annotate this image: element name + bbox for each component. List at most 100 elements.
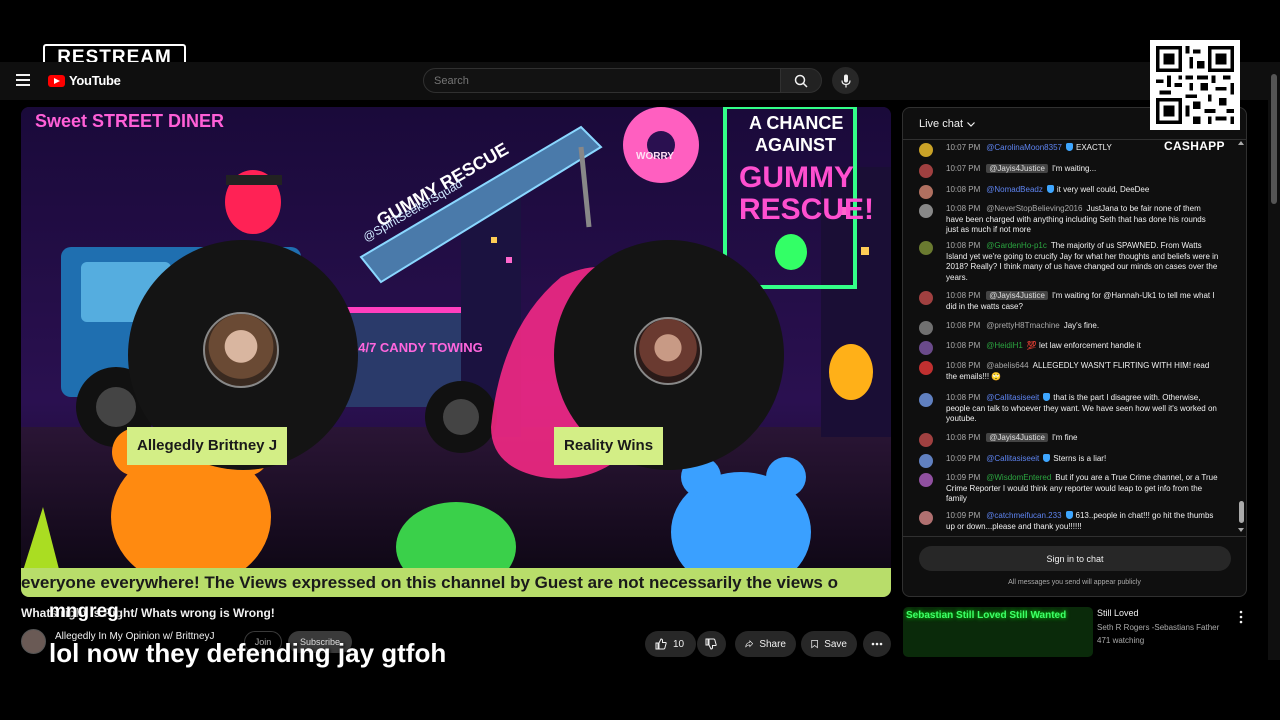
verified-badge-icon [1043,454,1051,462]
share-button[interactable]: Share [735,631,796,657]
chat-timestamp: 10:08 PM [946,241,981,250]
guest-1-avatar [203,312,279,388]
share-label: Share [759,638,786,650]
chat-author-name[interactable]: @catchmeifucan.233 [986,511,1061,520]
chat-author-avatar[interactable] [919,185,933,199]
verified-badge-icon [1065,511,1073,519]
recommended-video-thumbnail[interactable]: Sebastian Still Loved Still Wanted [903,607,1093,657]
chat-message: 10:08 PM @NeverStopBelieving2016 JustJana … [919,204,1219,236]
chat-author-name[interactable]: @CarolinaMoon8357 [986,143,1062,152]
chat-scrollbar[interactable] [1238,140,1244,533]
chat-author-avatar[interactable] [919,143,933,157]
chat-timestamp: 10:08 PM [946,291,981,300]
chat-message-body: 10:08 PM @prettyH8Tmachine Jay's fine. [946,321,1219,332]
youtube-play-icon [48,74,65,87]
youtube-logo[interactable]: YouTube [48,73,121,88]
chat-author-name[interactable]: @Jayis4Justice [986,433,1048,442]
chat-author-avatar[interactable] [919,393,933,407]
chat-message-body: 10:08 PM @GardenHo-p1c The majority of us … [946,241,1219,283]
video-player[interactable]: Sweet STREET DINER 24/7 CANDY TOWING GUM… [21,107,891,597]
chat-author-name[interactable]: @abelis644 [986,361,1028,370]
bookmark-icon [811,640,818,649]
verified-badge-icon [1046,185,1054,193]
chat-author-avatar[interactable] [919,341,933,355]
chat-author-avatar[interactable] [919,511,933,525]
chat-scrollbar-thumb[interactable] [1239,501,1244,523]
more-vertical-icon[interactable] [1238,610,1244,624]
chat-message-body: 10:08 PM @NomadBeadz it very well could, D… [946,185,1219,196]
chat-message-body: 10:07 PM @Jayis4Justice I'm waiting... [946,164,1219,175]
recommended-video-views: 471 watching [1097,636,1145,645]
chat-message: 10:07 PM @Jayis4Justice I'm waiting... [919,164,1219,178]
chat-author-name[interactable]: @Jayis4Justice [986,291,1048,300]
chat-timestamp: 10:09 PM [946,454,981,463]
save-button[interactable]: Save [801,631,857,657]
chat-message: 10:08 PM @Jayis4Justice I'm waiting for @H… [919,291,1219,312]
chat-author-name[interactable]: @Jayis4Justice [986,164,1048,173]
chat-author-avatar[interactable] [919,321,933,335]
chat-author-name[interactable]: @GardenHo-p1c [986,241,1047,250]
chat-message-body: 10:08 PM @HeidiH1 💯 let law enforcement ha… [946,341,1219,352]
chat-message: 10:09 PM @catchmeifucan.233 613..people in… [919,511,1219,532]
chat-timestamp: 10:08 PM [946,361,981,370]
neon-sign-line-3: GUMMY [739,161,854,194]
chat-author-avatar[interactable] [919,454,933,468]
voice-search-button[interactable] [832,67,859,94]
chat-author-name[interactable]: @Callitasiseeit [986,393,1039,402]
chat-author-avatar[interactable] [919,164,933,178]
chat-timestamp: 10:08 PM [946,185,981,194]
search-button[interactable] [780,68,822,93]
page-scrollbar-thumb[interactable] [1271,74,1277,204]
chat-timestamp: 10:08 PM [946,433,981,442]
chat-timestamp: 10:07 PM [946,164,981,173]
overlay-commenter-name: mngreg [49,601,119,622]
qr-caption: CASHAPP [1164,139,1225,153]
search-box[interactable] [423,68,781,93]
chat-message-body: 10:08 PM @Jayis4Justice I'm waiting for @H… [946,291,1219,312]
menu-icon[interactable] [16,74,30,86]
guest-2-avatar [634,317,702,385]
chat-message-text: it very well could, DeeDee [1056,185,1150,194]
recommended-video-channel[interactable]: Seth R Rogers -Sebastians Father [1097,623,1219,632]
chat-author-avatar[interactable] [919,473,933,487]
chat-message: 10:08 PM @GardenHo-p1c The majority of us … [919,241,1219,283]
chat-author-avatar[interactable] [919,241,933,255]
chat-message-body: 10:08 PM @Callitasiseeit that is the part … [946,393,1219,425]
donut-text: WORRY [636,151,674,162]
chat-message-list[interactable]: 10:07 PM @CarolinaMoon8357 EXACTLY 10:07 PM… [903,140,1246,536]
dislike-button[interactable] [697,631,726,657]
chat-author-name[interactable]: @WisdomEntered [986,473,1051,482]
chat-message: 10:08 PM @abelis644 ALLEGEDLY WASN'T FLIRT… [919,361,1219,382]
chat-author-name[interactable]: @HeidiH1 [986,341,1023,350]
chat-author-name[interactable]: @NomadBeadz [986,185,1043,194]
recommended-video-title[interactable]: Still Loved [1097,608,1139,618]
chat-message-body: 10:08 PM @Jayis4Justice I'm fine [946,433,1219,444]
chat-message-body: 10:09 PM @WisdomEntered But if you are a T… [946,473,1219,505]
qr-pattern [1156,46,1234,124]
chat-message: 10:09 PM @Callitasiseeit Sterns is a liar! [919,454,1219,468]
chat-author-name[interactable]: @prettyH8Tmachine [986,321,1059,330]
chat-author-name[interactable]: @Callitasiseeit [986,454,1039,463]
sign-in-to-chat-button[interactable]: Sign in to chat [919,546,1231,571]
chat-timestamp: 10:09 PM [946,511,981,520]
more-horizontal-icon [871,642,883,646]
microphone-icon [840,74,851,87]
like-button[interactable]: 10 [645,631,696,657]
chat-author-avatar[interactable] [919,433,933,447]
live-chat-mode-dropdown[interactable]: Live chat [919,118,975,130]
diner-sign-text: Sweet STREET DINER [35,111,224,131]
chat-message: 10:08 PM @Jayis4Justice I'm fine [919,433,1219,447]
thumbs-down-icon [705,638,717,650]
chat-author-avatar[interactable] [919,291,933,305]
chat-author-avatar[interactable] [919,204,933,218]
neon-sign-line-4: RESCUE! [739,193,874,226]
search-input[interactable] [424,69,780,92]
neon-sign-line-1: A CHANCE [749,113,843,133]
chat-message-text: 💯 let law enforcement handle it [1026,341,1141,350]
channel-avatar[interactable] [21,629,46,654]
more-actions-button[interactable] [863,631,891,657]
chat-author-avatar[interactable] [919,361,933,375]
chat-timestamp: 10:08 PM [946,321,981,330]
chat-author-name[interactable]: @NeverStopBelieving2016 [986,204,1082,213]
overlay-comment-text: lol now they defending jay gtfoh [49,638,447,668]
